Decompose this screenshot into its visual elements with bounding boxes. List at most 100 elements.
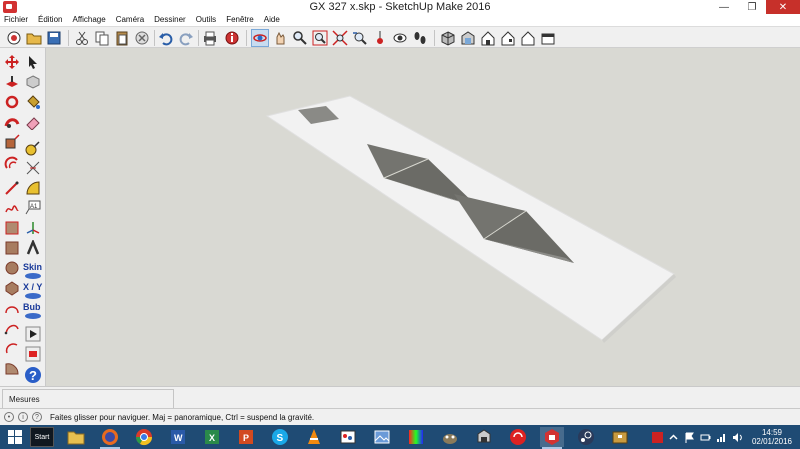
color-picker-icon[interactable] (404, 427, 428, 447)
start-menu-app-button[interactable]: Start (30, 427, 54, 447)
volume-tray-icon[interactable] (732, 432, 743, 443)
three-point-arc-icon[interactable] (4, 340, 20, 356)
zoom-window-icon[interactable] (312, 30, 328, 46)
axes-icon[interactable] (25, 220, 41, 236)
back-view-icon[interactable] (520, 30, 536, 46)
vlc-icon[interactable] (302, 427, 326, 447)
select-icon[interactable] (25, 54, 41, 70)
taskbar-clock[interactable]: 14:59 02/01/2016 (752, 428, 792, 446)
play-icon[interactable] (25, 326, 41, 342)
antivirus-tray-icon[interactable] (651, 431, 663, 443)
copy-icon[interactable] (94, 30, 110, 46)
geo-location-icon[interactable]: • (4, 412, 14, 422)
save-icon[interactable] (46, 30, 62, 46)
erase-icon[interactable] (134, 30, 150, 46)
sketchup-app-icon[interactable] (3, 1, 17, 13)
measurements-box[interactable]: Mesures (2, 389, 174, 409)
minimize-button[interactable]: — (710, 0, 738, 14)
paste-icon[interactable] (114, 30, 130, 46)
firefox-icon[interactable] (98, 427, 122, 449)
redo-icon[interactable] (178, 30, 194, 46)
cut-icon[interactable] (74, 30, 90, 46)
previous-view-icon[interactable] (352, 30, 368, 46)
right-view-icon[interactable] (500, 30, 516, 46)
photo-viewer-icon[interactable] (370, 427, 394, 447)
3d-viewport[interactable] (46, 48, 800, 386)
top-view-icon[interactable] (460, 30, 476, 46)
move-icon[interactable] (4, 54, 20, 70)
menu-edition[interactable]: Édition (38, 14, 62, 26)
iso-view-icon[interactable] (440, 30, 456, 46)
polygon-icon[interactable] (4, 280, 20, 296)
menu-fenetre[interactable]: Fenêtre (226, 14, 254, 26)
eraser-icon[interactable] (25, 114, 41, 131)
print-icon[interactable] (202, 30, 218, 46)
menu-affichage[interactable]: Affichage (72, 14, 105, 26)
line-icon[interactable] (4, 180, 20, 196)
circle-icon[interactable] (4, 260, 20, 276)
archive-app-icon[interactable] (608, 427, 632, 447)
zoom-icon[interactable] (292, 30, 308, 46)
follow-me-icon[interactable] (4, 114, 20, 130)
scale-icon[interactable] (4, 134, 20, 150)
excel-icon[interactable]: X (200, 427, 224, 447)
3d-text-icon[interactable] (25, 238, 41, 256)
rotated-rectangle-icon[interactable] (4, 240, 20, 256)
menu-fichier[interactable]: Fichier (4, 14, 28, 26)
text-icon[interactable]: A1 (25, 200, 41, 216)
two-point-arc-icon[interactable] (4, 320, 20, 336)
paint-icon[interactable] (336, 427, 360, 447)
word-icon[interactable]: W (166, 427, 190, 447)
front-view-icon[interactable] (480, 30, 496, 46)
powerpoint-icon[interactable]: P (234, 427, 258, 447)
skype-icon[interactable]: S (268, 427, 292, 447)
tape-measure-icon[interactable] (25, 140, 41, 156)
arc-icon[interactable] (4, 300, 20, 316)
freehand-icon[interactable] (4, 200, 20, 216)
title-bar[interactable]: GX 327 x.skp - SketchUp Make 2016 — ❐ ✕ (0, 0, 800, 14)
protractor-icon[interactable] (25, 180, 41, 196)
getting-started-icon[interactable] (6, 30, 22, 46)
push-pull-icon[interactable] (4, 74, 20, 90)
xy-extension-button[interactable]: X / Y (23, 282, 43, 300)
flag-tray-icon[interactable] (684, 432, 695, 443)
rotate-icon[interactable] (4, 94, 20, 110)
close-button[interactable]: ✕ (766, 0, 800, 14)
stop-icon[interactable] (25, 346, 41, 362)
orbit-icon[interactable] (251, 29, 269, 47)
zoom-extents-icon[interactable] (332, 30, 348, 46)
left-view-icon[interactable] (540, 30, 556, 46)
maximize-button[interactable]: ❐ (738, 0, 766, 14)
show-hidden-icons-icon[interactable] (668, 432, 679, 443)
menu-dessiner[interactable]: Dessiner (154, 14, 186, 26)
steam-icon[interactable] (574, 427, 598, 447)
power-tray-icon[interactable] (700, 432, 711, 443)
model-info-icon[interactable] (224, 30, 240, 46)
rectangle-icon[interactable] (4, 220, 20, 236)
walk-icon[interactable] (412, 30, 428, 46)
bub-extension-button[interactable]: Bub (23, 302, 43, 320)
menu-aide[interactable]: Aide (264, 14, 280, 26)
help-icon[interactable]: ? (24, 366, 42, 384)
instructor-icon[interactable]: ? (32, 412, 42, 422)
windows-start-button[interactable] (0, 425, 30, 449)
pan-icon[interactable] (272, 30, 288, 46)
pie-icon[interactable] (4, 360, 20, 376)
media-app-icon[interactable] (472, 427, 496, 447)
paint-bucket-icon[interactable] (25, 94, 41, 110)
make-component-icon[interactable] (25, 74, 41, 90)
position-camera-icon[interactable] (372, 30, 388, 46)
credits-icon[interactable]: i (18, 412, 28, 422)
skin-extension-button[interactable]: Skin (23, 262, 43, 280)
dimension-icon[interactable] (25, 160, 41, 176)
menu-camera[interactable]: Caméra (116, 14, 144, 26)
menu-outils[interactable]: Outils (196, 14, 216, 26)
file-explorer-icon[interactable] (64, 427, 88, 447)
gimp-icon[interactable] (438, 427, 462, 447)
look-around-icon[interactable] (392, 30, 408, 46)
offset-icon[interactable] (4, 154, 20, 170)
network-tray-icon[interactable] (716, 432, 727, 443)
open-folder-icon[interactable] (26, 30, 42, 46)
undo-icon[interactable] (158, 30, 174, 46)
music-player-icon[interactable] (506, 427, 530, 447)
